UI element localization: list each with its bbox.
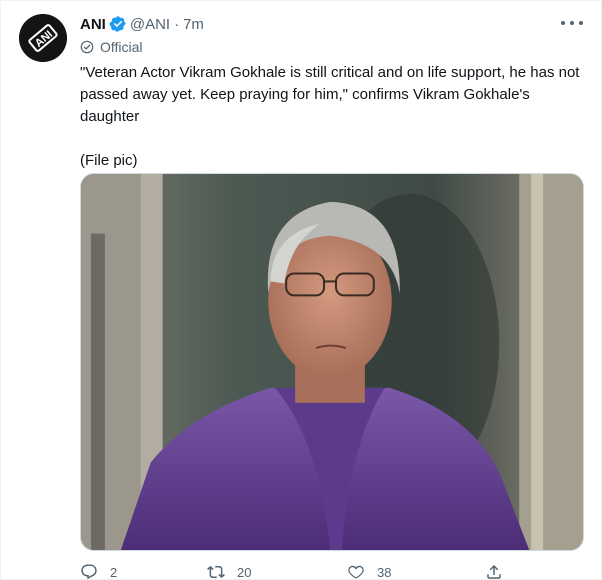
like-button[interactable]: 38 bbox=[347, 563, 391, 580]
retweet-icon bbox=[207, 565, 225, 579]
share-icon bbox=[487, 564, 501, 579]
reply-count: 2 bbox=[110, 564, 118, 580]
tweet-file-note: (File pic) bbox=[80, 152, 138, 169]
tweet-card[interactable]: ANI ANI @ANI · 7m Official "Veteran Acto… bbox=[0, 0, 602, 580]
tweet-header: ANI @ANI · 7m bbox=[80, 13, 204, 35]
tweet-body: "Veteran Actor Vikram Gokhale is still c… bbox=[80, 62, 580, 172]
official-icon bbox=[80, 40, 94, 54]
avatar[interactable]: ANI bbox=[19, 14, 67, 62]
separator-dot: · bbox=[174, 15, 180, 33]
author-name[interactable]: ANI bbox=[80, 16, 106, 33]
reply-icon bbox=[81, 564, 97, 580]
more-icon[interactable] bbox=[561, 15, 583, 31]
retweet-button[interactable]: 20 bbox=[207, 563, 251, 580]
verified-badge-icon bbox=[109, 15, 127, 33]
author-handle[interactable]: @ANI bbox=[130, 16, 170, 33]
like-icon bbox=[348, 565, 364, 579]
tweet-timestamp[interactable]: 7m bbox=[183, 16, 204, 33]
like-count: 38 bbox=[377, 564, 392, 580]
official-label-row: Official bbox=[80, 38, 143, 56]
tweet-photo[interactable] bbox=[80, 173, 584, 551]
retweet-count: 20 bbox=[237, 564, 252, 580]
reply-button[interactable]: 2 bbox=[80, 563, 117, 580]
share-button[interactable] bbox=[485, 563, 503, 580]
official-label: Official bbox=[100, 39, 143, 55]
tweet-text: "Veteran Actor Vikram Gokhale is still c… bbox=[80, 64, 580, 125]
tweet-actions: 2 20 38 bbox=[80, 563, 580, 580]
